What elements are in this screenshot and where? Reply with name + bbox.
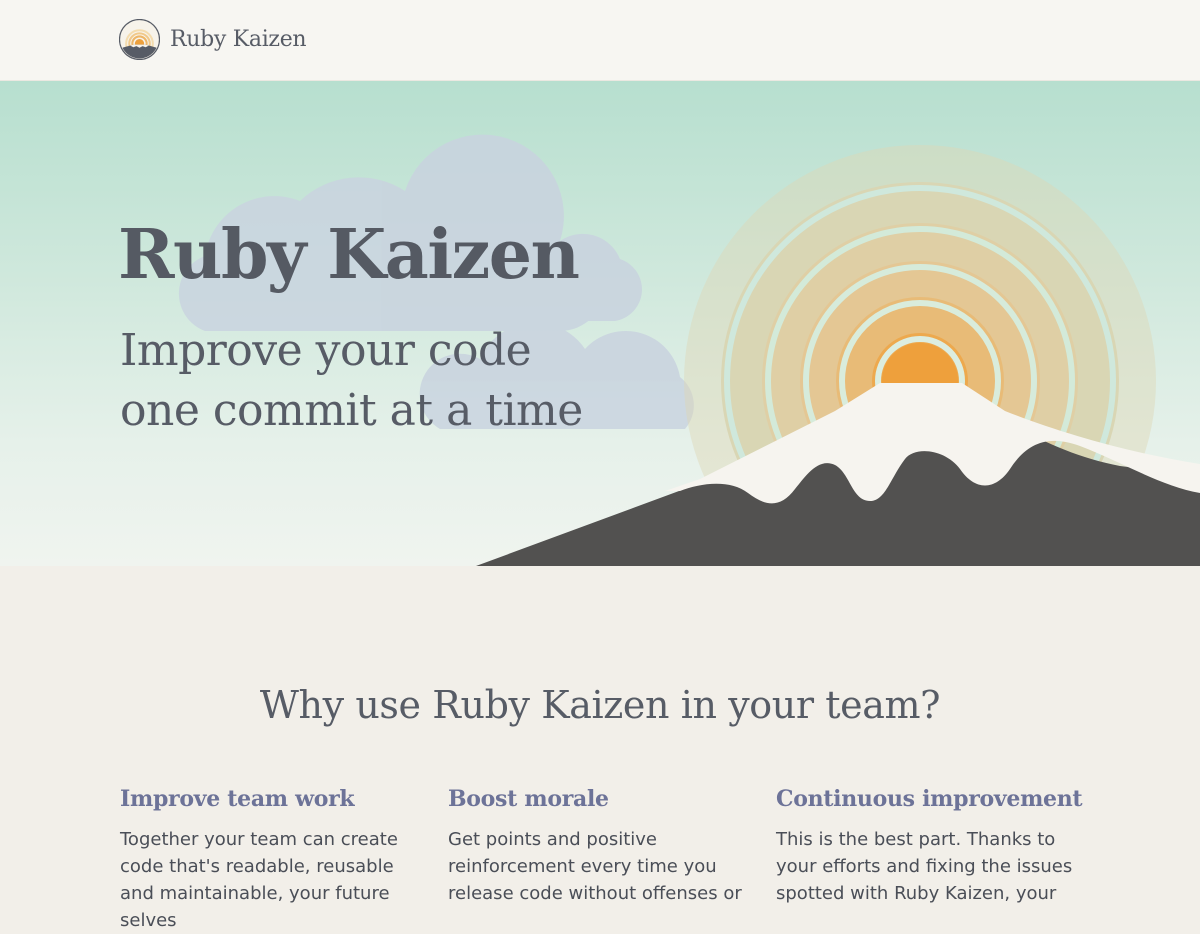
sunrise-mountain-icon bbox=[119, 19, 160, 60]
tagline-line-1: Improve your code bbox=[120, 325, 532, 376]
brand-name: Ruby Kaizen bbox=[170, 27, 307, 52]
feature-title: Improve team work bbox=[120, 786, 355, 812]
feature-team-work: Improve team work Together your team can… bbox=[120, 786, 420, 934]
brand-home-link[interactable]: Ruby Kaizen bbox=[119, 19, 307, 60]
hero-tagline: Improve your code one commit at a time bbox=[120, 321, 583, 441]
features-heading: Why use Ruby Kaizen in your team? bbox=[259, 683, 941, 727]
hero-title: Ruby Kaizen bbox=[118, 215, 580, 295]
feature-text: This is the best part. Thanks to your ef… bbox=[776, 829, 1073, 904]
hero-section: Ruby Kaizen Improve your code one commit… bbox=[0, 81, 1200, 566]
top-nav: Ruby Kaizen bbox=[0, 0, 1200, 81]
feature-continuous-improvement: Continuous improvement This is the best … bbox=[776, 786, 1083, 907]
feature-text: Together your team can create code that'… bbox=[120, 829, 398, 931]
feature-text: Get points and positive reinforcement ev… bbox=[448, 829, 742, 904]
feature-boost-morale: Boost morale Get points and positive rei… bbox=[448, 786, 748, 907]
feature-title: Continuous improvement bbox=[776, 786, 1083, 812]
tagline-line-2: one commit at a time bbox=[120, 385, 583, 436]
feature-title: Boost morale bbox=[448, 786, 609, 812]
